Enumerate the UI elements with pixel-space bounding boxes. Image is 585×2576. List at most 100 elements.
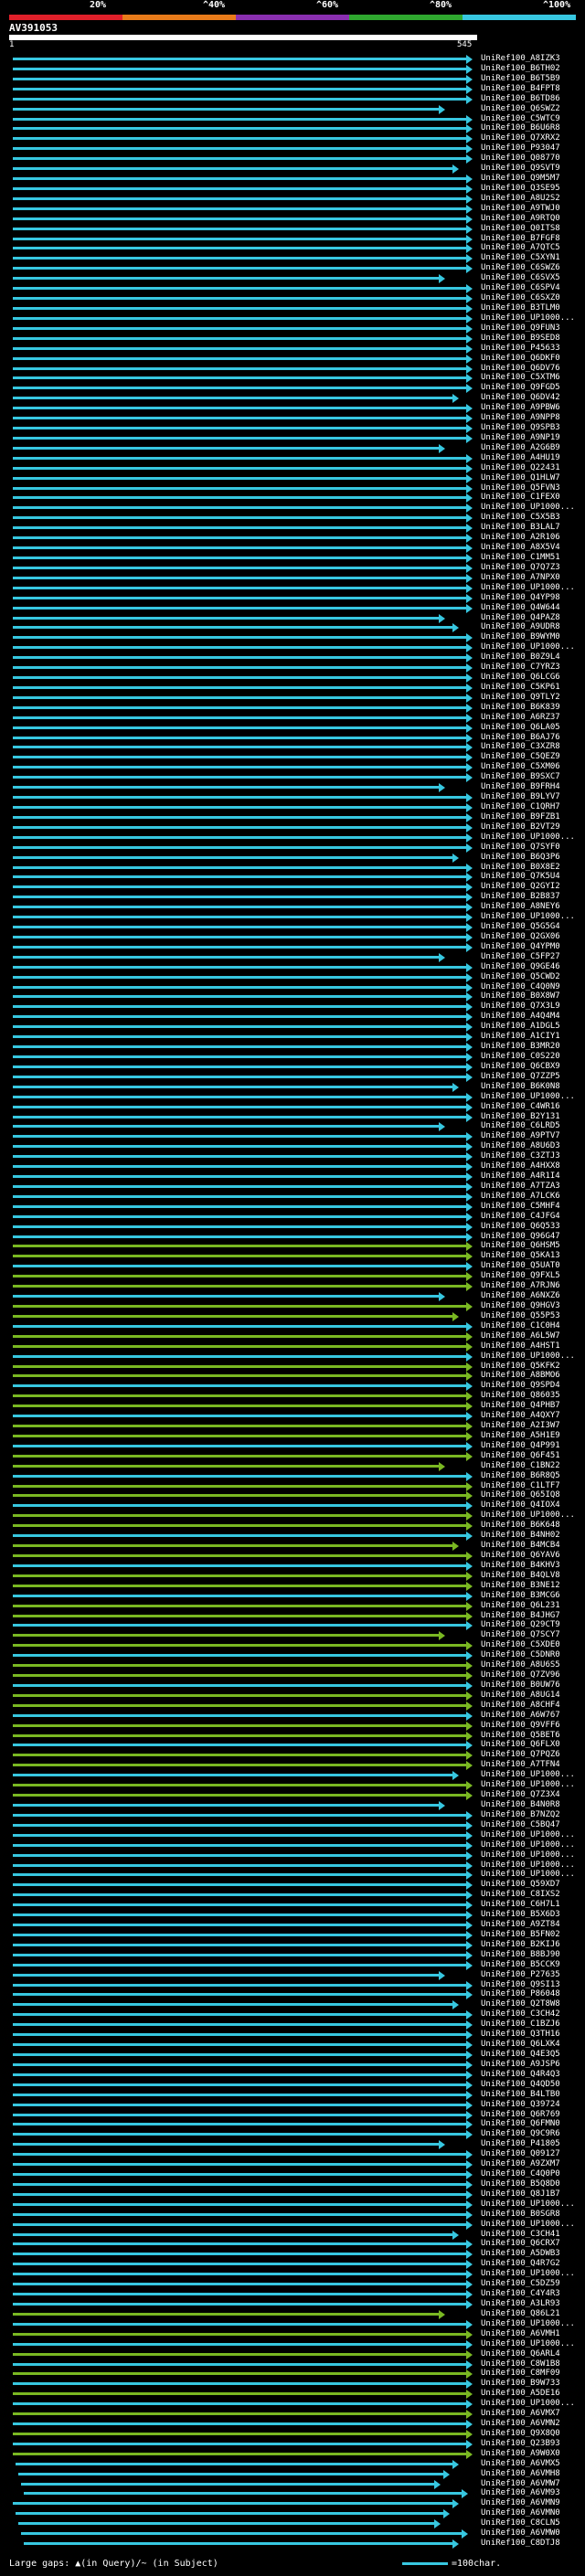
hit-row[interactable]: UniRef100_C8W1B8 xyxy=(0,2359,585,2369)
hit-row[interactable]: UniRef100_A9NP19 xyxy=(0,433,585,443)
hit-row[interactable]: UniRef100_C5XDE0 xyxy=(0,1640,585,1651)
hit-row[interactable]: UniRef100_Q7SCY7 xyxy=(0,1630,585,1641)
hit-row[interactable]: UniRef100_B9SXC7 xyxy=(0,772,585,783)
hit-label[interactable]: UniRef100_UP1000... xyxy=(481,1850,581,1860)
hit-row[interactable]: UniRef100_Q9SVT9 xyxy=(0,164,585,175)
hit-label[interactable]: UniRef100_C4Q0P0 xyxy=(481,2169,581,2178)
hit-row[interactable]: UniRef100_Q5UAT0 xyxy=(0,1261,585,1272)
hit-row[interactable]: UniRef100_Q4E3Q5 xyxy=(0,2050,585,2060)
hit-label[interactable]: UniRef100_C3CH42 xyxy=(481,2009,581,2019)
hit-label[interactable]: UniRef100_A7RJN6 xyxy=(481,1281,581,1290)
hit-row[interactable]: UniRef100_B4N0R8 xyxy=(0,1800,585,1810)
hit-row[interactable]: UniRef100_A7RJN6 xyxy=(0,1281,585,1292)
hit-label[interactable]: UniRef100_Q9TLY2 xyxy=(481,693,581,702)
hit-row[interactable]: UniRef100_Q5BET6 xyxy=(0,1731,585,1741)
hit-label[interactable]: UniRef100_B0SGR8 xyxy=(481,2210,581,2219)
hit-label[interactable]: UniRef100_Q4PHB7 xyxy=(481,1401,581,1410)
hit-label[interactable]: UniRef100_Q9SVT9 xyxy=(481,164,581,173)
hit-row[interactable]: UniRef100_Q9SPB3 xyxy=(0,423,585,434)
hit-label[interactable]: UniRef100_Q5FVN3 xyxy=(481,483,581,493)
hit-label[interactable]: UniRef100_Q4QD50 xyxy=(481,2080,581,2089)
hit-row[interactable]: UniRef100_C4WR16 xyxy=(0,1102,585,1112)
hit-row[interactable]: UniRef100_UP1000... xyxy=(0,2339,585,2349)
hit-label[interactable]: UniRef100_B9FZB1 xyxy=(481,812,581,822)
hit-label[interactable]: UniRef100_Q6DV76 xyxy=(481,364,581,373)
hit-row[interactable]: UniRef100_B6K0N8 xyxy=(0,1082,585,1092)
hit-label[interactable]: UniRef100_C8CLN5 xyxy=(481,2518,581,2528)
hit-row[interactable]: UniRef100_B3TLM0 xyxy=(0,303,585,313)
hit-row[interactable]: UniRef100_A9ZXM7 xyxy=(0,2159,585,2170)
hit-label[interactable]: UniRef100_A8UG14 xyxy=(481,1691,581,1700)
hit-label[interactable]: UniRef100_UP1000... xyxy=(481,1870,581,1879)
hit-row[interactable]: UniRef100_Q3SE95 xyxy=(0,184,585,194)
hit-row[interactable]: UniRef100_A6NXZ6 xyxy=(0,1291,585,1302)
hit-label[interactable]: UniRef100_Q6HSM5 xyxy=(481,1241,581,1250)
hit-row[interactable]: UniRef100_Q22431 xyxy=(0,463,585,473)
hit-label[interactable]: UniRef100_Q4YPM0 xyxy=(481,942,581,951)
hit-row[interactable]: UniRef100_Q5KA13 xyxy=(0,1251,585,1262)
hit-row[interactable]: UniRef100_C5X5B3 xyxy=(0,513,585,524)
hit-row[interactable]: UniRef100_Q7Q7Z3 xyxy=(0,563,585,573)
hit-row[interactable]: UniRef100_A6VM93 xyxy=(0,2488,585,2499)
hit-row[interactable]: UniRef100_UP1000... xyxy=(0,1830,585,1840)
hit-row[interactable]: UniRef100_A6VMX7 xyxy=(0,2409,585,2420)
hit-label[interactable]: UniRef100_Q55P53 xyxy=(481,1311,581,1320)
hit-row[interactable]: UniRef100_Q9X8Q0 xyxy=(0,2429,585,2439)
hit-label[interactable]: UniRef100_Q6R769 xyxy=(481,2110,581,2119)
hit-label[interactable]: UniRef100_Q7XRX2 xyxy=(481,133,581,143)
hit-row[interactable]: UniRef100_B9W733 xyxy=(0,2379,585,2390)
hit-row[interactable]: UniRef100_Q55P53 xyxy=(0,1311,585,1321)
hit-label[interactable]: UniRef100_A4QXY7 xyxy=(481,1411,581,1420)
hit-label[interactable]: UniRef100_B2VT29 xyxy=(481,822,581,832)
hit-row[interactable]: UniRef100_C6LRD5 xyxy=(0,1121,585,1132)
hit-row[interactable]: UniRef100_Q6LXK4 xyxy=(0,2040,585,2051)
hit-row[interactable]: UniRef100_A9NPP8 xyxy=(0,413,585,424)
hit-row[interactable]: UniRef100_Q6FLX0 xyxy=(0,1740,585,1751)
hit-row[interactable]: UniRef100_A7LCK6 xyxy=(0,1192,585,1202)
hit-label[interactable]: UniRef100_UP1000... xyxy=(481,2269,581,2278)
hit-row[interactable]: UniRef100_A7NPX0 xyxy=(0,573,585,583)
hit-row[interactable]: UniRef100_Q6L231 xyxy=(0,1601,585,1611)
hit-label[interactable]: UniRef100_Q9M5M7 xyxy=(481,174,581,183)
hit-row[interactable]: UniRef100_B3MCG6 xyxy=(0,1591,585,1601)
hit-label[interactable]: UniRef100_A4R1I4 xyxy=(481,1171,581,1181)
hit-label[interactable]: UniRef100_A6VM93 xyxy=(481,2488,581,2497)
hit-row[interactable]: UniRef100_C4Y4R3 xyxy=(0,2289,585,2300)
hit-label[interactable]: UniRef100_Q86035 xyxy=(481,1391,581,1400)
hit-row[interactable]: UniRef100_UP1000... xyxy=(0,1780,585,1791)
hit-row[interactable]: UniRef100_Q6R769 xyxy=(0,2110,585,2120)
hit-row[interactable]: UniRef100_B6R8Q5 xyxy=(0,1471,585,1481)
hit-label[interactable]: UniRef100_A9PTV7 xyxy=(481,1131,581,1140)
hit-label[interactable]: UniRef100_A9ZXM7 xyxy=(481,2159,581,2168)
hit-label[interactable]: UniRef100_B4NH02 xyxy=(481,1531,581,1540)
hit-row[interactable]: UniRef100_B2B837 xyxy=(0,892,585,903)
hit-row[interactable]: UniRef100_B7FGF8 xyxy=(0,234,585,244)
hit-row[interactable]: UniRef100_Q9FXL5 xyxy=(0,1271,585,1282)
hit-label[interactable]: UniRef100_Q5G5G4 xyxy=(481,922,581,931)
hit-row[interactable]: UniRef100_Q5G5G4 xyxy=(0,922,585,933)
hit-label[interactable]: UniRef100_Q6DV42 xyxy=(481,393,581,402)
hit-label[interactable]: UniRef100_Q5KA13 xyxy=(481,1251,581,1260)
hit-label[interactable]: UniRef100_A8U6S5 xyxy=(481,1660,581,1670)
hit-label[interactable]: UniRef100_A6L5W7 xyxy=(481,1331,581,1341)
hit-label[interactable]: UniRef100_Q9VFF6 xyxy=(481,1721,581,1730)
hit-row[interactable]: UniRef100_Q6DKF0 xyxy=(0,354,585,364)
hit-row[interactable]: UniRef100_C6SWZ6 xyxy=(0,263,585,274)
hit-row[interactable]: UniRef100_Q9VFF6 xyxy=(0,1721,585,1731)
hit-label[interactable]: UniRef100_C5XYN1 xyxy=(481,253,581,262)
hit-label[interactable]: UniRef100_A9NPP8 xyxy=(481,413,581,422)
hit-row[interactable]: UniRef100_Q7ZZP5 xyxy=(0,1072,585,1082)
hit-label[interactable]: UniRef100_C3XZR8 xyxy=(481,742,581,751)
hit-label[interactable]: UniRef100_C5XTM6 xyxy=(481,373,581,382)
hit-label[interactable]: UniRef100_Q6F451 xyxy=(481,1451,581,1460)
hit-row[interactable]: UniRef100_C4JFG4 xyxy=(0,1212,585,1222)
hit-row[interactable]: UniRef100_UP1000... xyxy=(0,1850,585,1860)
hit-label[interactable]: UniRef100_UP1000... xyxy=(481,2319,581,2328)
hit-label[interactable]: UniRef100_A7LCK6 xyxy=(481,1192,581,1201)
hit-row[interactable]: UniRef100_Q6F451 xyxy=(0,1451,585,1461)
hit-row[interactable]: UniRef100_A6VMW0 xyxy=(0,2528,585,2539)
hit-label[interactable]: UniRef100_Q2T8W8 xyxy=(481,1999,581,2009)
hit-label[interactable]: UniRef100_C5XM06 xyxy=(481,762,581,771)
hit-row[interactable]: UniRef100_Q2GYI2 xyxy=(0,882,585,893)
hit-label[interactable]: UniRef100_Q86L21 xyxy=(481,2309,581,2318)
